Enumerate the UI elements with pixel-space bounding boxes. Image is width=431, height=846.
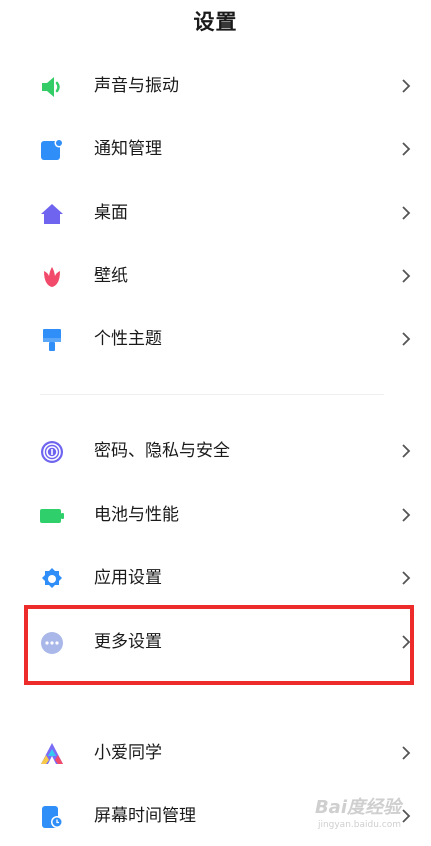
chevron-right-icon	[402, 206, 411, 220]
battery-icon	[40, 509, 64, 523]
highlight-annotation-box	[24, 605, 414, 685]
fingerprint-icon	[41, 441, 63, 463]
chevron-right-icon	[402, 571, 411, 585]
screen-time-icon	[42, 806, 63, 828]
settings-item-label: 桌面	[94, 203, 128, 223]
chevron-right-icon	[402, 142, 411, 156]
settings-item-label: 壁纸	[94, 266, 128, 286]
chevron-right-icon	[402, 444, 411, 458]
chevron-right-icon	[402, 79, 411, 93]
settings-item-label: 声音与振动	[94, 76, 179, 96]
settings-item-sound[interactable]: 声音与振动	[0, 56, 431, 116]
home-icon	[41, 204, 63, 224]
settings-item-label: 应用设置	[94, 568, 162, 588]
settings-item-battery[interactable]: 电池与性能	[0, 485, 431, 545]
baidu-watermark: Bai度经验 jingyan.baidu.com	[301, 797, 401, 833]
chevron-right-icon	[402, 809, 411, 823]
notification-icon	[41, 138, 64, 160]
settings-item-desktop[interactable]: 桌面	[0, 183, 431, 243]
settings-item-label: 屏幕时间管理	[94, 806, 196, 826]
settings-item-label: 通知管理	[94, 139, 162, 159]
brush-icon	[43, 329, 61, 351]
settings-item-label: 电池与性能	[94, 505, 179, 525]
xiaoai-icon	[41, 743, 63, 764]
watermark-subtext: jingyan.baidu.com	[317, 820, 401, 830]
page-title: 设置	[193, 10, 238, 34]
flower-icon	[44, 267, 60, 287]
section-divider	[40, 394, 384, 395]
settings-item-xiaoai[interactable]: 小爱同学	[0, 723, 431, 783]
settings-item-privacy[interactable]: 密码、隐私与安全	[0, 421, 431, 481]
chevron-right-icon	[402, 332, 411, 346]
settings-item-label: 小爱同学	[94, 743, 162, 763]
gear-icon	[42, 568, 62, 588]
speaker-icon	[42, 77, 60, 97]
settings-item-notifications[interactable]: 通知管理	[0, 119, 431, 179]
watermark-text: Bai度经验	[314, 797, 401, 818]
settings-item-label: 个性主题	[94, 329, 162, 349]
settings-item-label: 密码、隐私与安全	[94, 441, 230, 461]
settings-item-wallpaper[interactable]: 壁纸	[0, 246, 431, 306]
chevron-right-icon	[402, 508, 411, 522]
settings-item-themes[interactable]: 个性主题	[0, 309, 431, 369]
chevron-right-icon	[402, 746, 411, 760]
settings-item-app-settings[interactable]: 应用设置	[0, 548, 431, 608]
chevron-right-icon	[402, 269, 411, 283]
